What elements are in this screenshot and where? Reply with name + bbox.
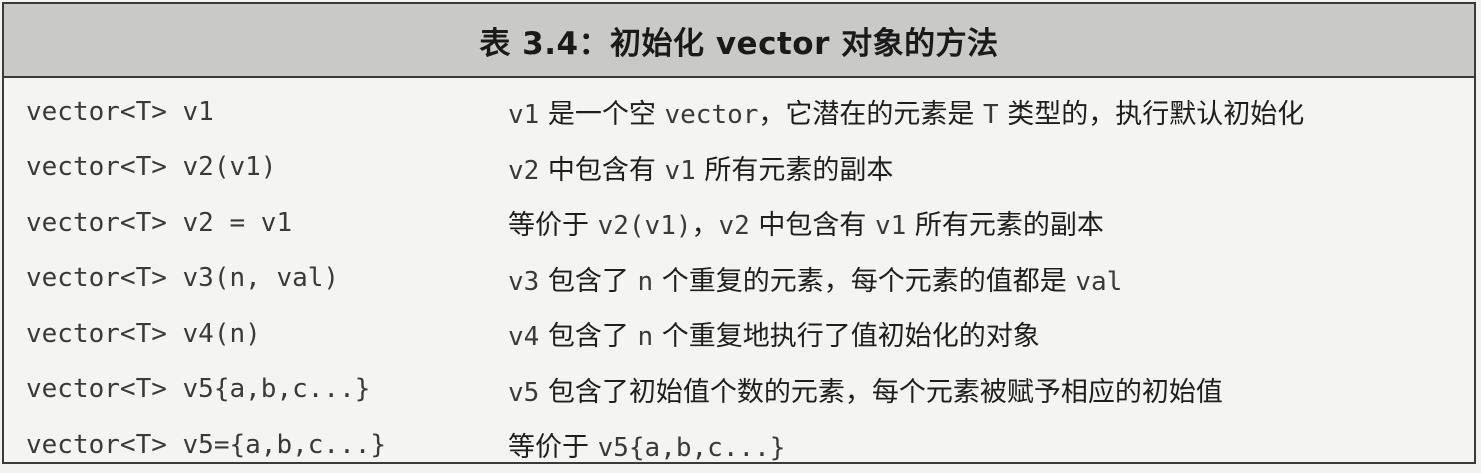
text-fragment: 类型的，执行默认初始化 bbox=[998, 99, 1305, 131]
code-fragment: v5 bbox=[508, 377, 540, 408]
text-fragment: ，它潜在的元素是 bbox=[758, 99, 983, 131]
row-description: v3 包含了 n 个重复的元素，每个元素的值都是 val bbox=[482, 259, 1474, 298]
table-row: vector<T> v1 v1 是一个空 vector，它潜在的元素是 T 类型的… bbox=[4, 84, 1474, 140]
text-fragment: 等价于 bbox=[508, 432, 598, 464]
row-description: 等价于 v5{a,b,c...} bbox=[482, 425, 1474, 464]
text-fragment: 是一个空 bbox=[539, 99, 665, 131]
text-fragment: ， bbox=[691, 210, 719, 242]
text-fragment: 中包含有 bbox=[539, 154, 665, 186]
row-code: vector<T> v2 = v1 bbox=[26, 207, 293, 238]
table-row: vector<T> v2 = v1 等价于 v2(v1)，v2 中包含有 v1 所… bbox=[4, 195, 1474, 251]
code-fragment: v1 bbox=[664, 155, 696, 186]
table-row: vector<T> v3(n, val) v3 包含了 n 个重复的元素，每个元素… bbox=[4, 251, 1474, 307]
code-fragment: v3 bbox=[508, 266, 540, 297]
table-caption: 表 3.4：初始化 vector 对象的方法 bbox=[479, 25, 999, 62]
text-fragment: 包含了 bbox=[539, 321, 638, 353]
text-fragment: 包含了初始值个数的元素，每个元素被赋予相应的初始值 bbox=[539, 376, 1223, 408]
table-row: vector<T> v5{a,b,c...} v5 包含了初始值个数的元素，每个元… bbox=[4, 362, 1474, 418]
row-code: vector<T> v5={a,b,c...} bbox=[26, 429, 387, 460]
code-fragment: v1 bbox=[875, 211, 907, 242]
text-fragment: 个重复的元素，每个元素的值都是 bbox=[653, 265, 1076, 297]
code-fragment: v1 bbox=[508, 100, 540, 131]
text-fragment: 个重复地执行了值初始化的对象 bbox=[653, 321, 1040, 353]
code-fragment: val bbox=[1075, 266, 1123, 297]
row-code: vector<T> v1 bbox=[26, 96, 214, 127]
row-description: v5 包含了初始值个数的元素，每个元素被赋予相应的初始值 bbox=[482, 370, 1474, 409]
code-fragment: v2 bbox=[508, 155, 540, 186]
row-code: vector<T> v3(n, val) bbox=[26, 263, 340, 294]
table-row: vector<T> v4(n) v4 包含了 n 个重复地执行了值初始化的对象 bbox=[4, 306, 1474, 362]
text-fragment: 包含了 bbox=[539, 265, 638, 297]
row-description: v2 中包含有 v1 所有元素的副本 bbox=[482, 148, 1474, 187]
code-fragment: v2 bbox=[718, 211, 750, 242]
text-fragment: 等价于 bbox=[508, 210, 598, 242]
table-body: vector<T> v1 v1 是一个空 vector，它潜在的元素是 T 类型的… bbox=[4, 78, 1474, 473]
code-fragment: T bbox=[983, 100, 999, 131]
row-description: v1 是一个空 vector，它潜在的元素是 T 类型的，执行默认初始化 bbox=[482, 92, 1474, 131]
code-fragment: v2(v1) bbox=[597, 211, 692, 242]
code-fragment: n bbox=[637, 266, 654, 297]
table-caption-bar: 表 3.4：初始化 vector 对象的方法 bbox=[4, 4, 1474, 78]
text-fragment: 中包含有 bbox=[749, 210, 875, 242]
row-code: vector<T> v4(n) bbox=[26, 318, 261, 349]
code-fragment: n bbox=[637, 322, 654, 353]
code-fragment: v4 bbox=[508, 322, 540, 353]
row-code: vector<T> v5{a,b,c...} bbox=[26, 374, 371, 405]
row-code: vector<T> v2(v1) bbox=[26, 152, 277, 183]
table-row: vector<T> v5={a,b,c...} 等价于 v5{a,b,c...} bbox=[4, 417, 1474, 473]
row-description: 等价于 v2(v1)，v2 中包含有 v1 所有元素的副本 bbox=[482, 203, 1474, 242]
text-fragment: 所有元素的副本 bbox=[695, 154, 894, 186]
code-fragment: vector bbox=[664, 100, 759, 131]
table-row: vector<T> v2(v1) v2 中包含有 v1 所有元素的副本 bbox=[4, 140, 1474, 196]
text-fragment: 所有元素的副本 bbox=[906, 210, 1104, 242]
code-fragment: v5{a,b,c...} bbox=[597, 433, 786, 464]
row-description: v4 包含了 n 个重复地执行了值初始化的对象 bbox=[482, 314, 1474, 353]
vector-init-table: 表 3.4：初始化 vector 对象的方法 vector<T> v1 v1 是一… bbox=[2, 2, 1476, 464]
